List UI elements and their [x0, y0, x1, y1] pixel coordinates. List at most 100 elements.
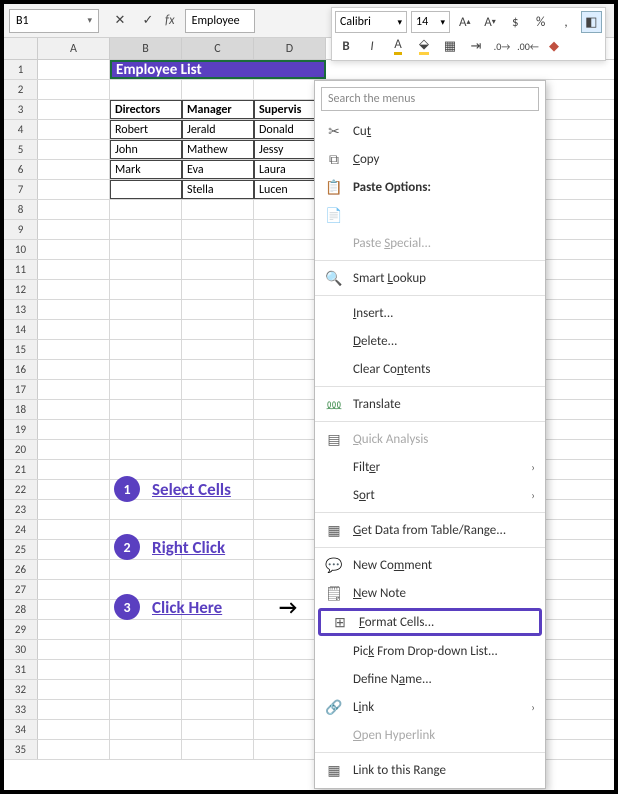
- cell[interactable]: [110, 500, 182, 519]
- cell[interactable]: [38, 520, 110, 539]
- cell[interactable]: [110, 260, 182, 279]
- cell[interactable]: [182, 340, 254, 359]
- cell[interactable]: [38, 660, 110, 679]
- cell[interactable]: [110, 620, 182, 639]
- row-header[interactable]: 31: [4, 660, 38, 679]
- cell[interactable]: [110, 340, 182, 359]
- col-header-d[interactable]: D: [254, 38, 326, 59]
- cell[interactable]: [38, 120, 110, 139]
- menu-link[interactable]: 🔗 Link ›: [315, 693, 545, 721]
- table-cell[interactable]: Mathew: [182, 140, 254, 159]
- row-header[interactable]: 16: [4, 360, 38, 379]
- fill-color-icon[interactable]: ⬙: [413, 35, 435, 57]
- menu-format-cells[interactable]: ⊞ Format Cells...: [318, 608, 542, 636]
- menu-smart-lookup[interactable]: 🔍 Smart Lookup: [315, 264, 545, 292]
- cell[interactable]: [182, 260, 254, 279]
- cell[interactable]: [38, 200, 110, 219]
- cell[interactable]: [182, 660, 254, 679]
- cell[interactable]: [182, 500, 254, 519]
- table-cell[interactable]: Robert: [110, 120, 182, 139]
- row-header[interactable]: 21: [4, 460, 38, 479]
- row-header[interactable]: 10: [4, 240, 38, 259]
- row-header[interactable]: 6: [4, 160, 38, 179]
- cell[interactable]: [38, 240, 110, 259]
- cell[interactable]: [38, 600, 110, 619]
- cell[interactable]: [38, 100, 110, 119]
- cell[interactable]: [38, 220, 110, 239]
- row-header[interactable]: 29: [4, 620, 38, 639]
- table-cell[interactable]: Jerald: [182, 120, 254, 139]
- menu-link-to-range[interactable]: ▦ Link to this Range: [315, 756, 545, 784]
- row-header[interactable]: 7: [4, 180, 38, 199]
- cell[interactable]: [110, 280, 182, 299]
- col-header-c[interactable]: C: [182, 38, 254, 59]
- cell[interactable]: [110, 200, 182, 219]
- cell[interactable]: [38, 620, 110, 639]
- name-box[interactable]: B1 ▾: [9, 9, 99, 33]
- cell[interactable]: [182, 320, 254, 339]
- row-header[interactable]: 5: [4, 140, 38, 159]
- row-header[interactable]: 30: [4, 640, 38, 659]
- row-header[interactable]: 18: [4, 400, 38, 419]
- cell[interactable]: [38, 360, 110, 379]
- percent-icon[interactable]: %: [530, 11, 551, 33]
- underline-button[interactable]: A: [387, 35, 409, 57]
- italic-button[interactable]: I: [361, 35, 383, 57]
- row-header[interactable]: 15: [4, 340, 38, 359]
- cell[interactable]: [182, 640, 254, 659]
- cell[interactable]: [38, 740, 110, 759]
- cell[interactable]: [110, 240, 182, 259]
- table-header-cell[interactable]: Directors: [110, 100, 182, 119]
- row-header[interactable]: 20: [4, 440, 38, 459]
- borders-icon[interactable]: ▦: [439, 35, 461, 57]
- table-cell[interactable]: Eva: [182, 160, 254, 179]
- cell[interactable]: [182, 720, 254, 739]
- cell[interactable]: [38, 720, 110, 739]
- menu-new-note[interactable]: 🗒 New Note: [315, 579, 545, 607]
- cell[interactable]: [110, 560, 182, 579]
- menu-define-name[interactable]: Define Name...: [315, 665, 545, 693]
- menu-delete[interactable]: Delete...: [315, 327, 545, 355]
- cell[interactable]: [38, 440, 110, 459]
- cell[interactable]: [38, 340, 110, 359]
- row-header[interactable]: 28: [4, 600, 38, 619]
- increase-font-icon[interactable]: A▴: [454, 11, 475, 33]
- cell[interactable]: [110, 300, 182, 319]
- menu-copy[interactable]: ⧉ Copy: [315, 145, 545, 173]
- row-header[interactable]: 19: [4, 420, 38, 439]
- cell[interactable]: [38, 700, 110, 719]
- table-cell[interactable]: Stella: [182, 180, 254, 199]
- cell[interactable]: [110, 680, 182, 699]
- row-header[interactable]: 27: [4, 580, 38, 599]
- row-header[interactable]: 35: [4, 740, 38, 759]
- row-header[interactable]: 8: [4, 200, 38, 219]
- increase-decimal-icon[interactable]: .0→: [491, 35, 513, 57]
- chevron-down-icon[interactable]: ▾: [87, 15, 92, 26]
- row-header[interactable]: 25: [4, 540, 38, 559]
- menu-clear-contents[interactable]: Clear Contents: [315, 355, 545, 383]
- menu-insert[interactable]: Insert...: [315, 299, 545, 327]
- row-header[interactable]: 17: [4, 380, 38, 399]
- currency-icon[interactable]: $: [505, 11, 526, 33]
- cell[interactable]: [38, 180, 110, 199]
- cell[interactable]: [38, 480, 110, 499]
- cell[interactable]: [38, 500, 110, 519]
- formula-input[interactable]: Employee: [185, 9, 255, 33]
- decrease-font-icon[interactable]: A▾: [479, 11, 500, 33]
- row-header[interactable]: 14: [4, 320, 38, 339]
- cell[interactable]: [182, 700, 254, 719]
- title-cell[interactable]: Employee List: [110, 60, 326, 79]
- cell[interactable]: [182, 680, 254, 699]
- decrease-decimal-icon[interactable]: .00←: [517, 35, 539, 57]
- cell[interactable]: [182, 360, 254, 379]
- row-header[interactable]: 26: [4, 560, 38, 579]
- cell[interactable]: [38, 140, 110, 159]
- font-name-select[interactable]: Calibri▾: [335, 11, 407, 33]
- cancel-icon[interactable]: ✕: [109, 10, 131, 32]
- cell[interactable]: [38, 460, 110, 479]
- menu-pick-list[interactable]: Pick From Drop-down List...: [315, 637, 545, 665]
- cell[interactable]: [110, 640, 182, 659]
- merge-icon[interactable]: ⇥: [465, 35, 487, 57]
- row-header[interactable]: 2: [4, 80, 38, 99]
- menu-filter[interactable]: Filter ›: [315, 453, 545, 481]
